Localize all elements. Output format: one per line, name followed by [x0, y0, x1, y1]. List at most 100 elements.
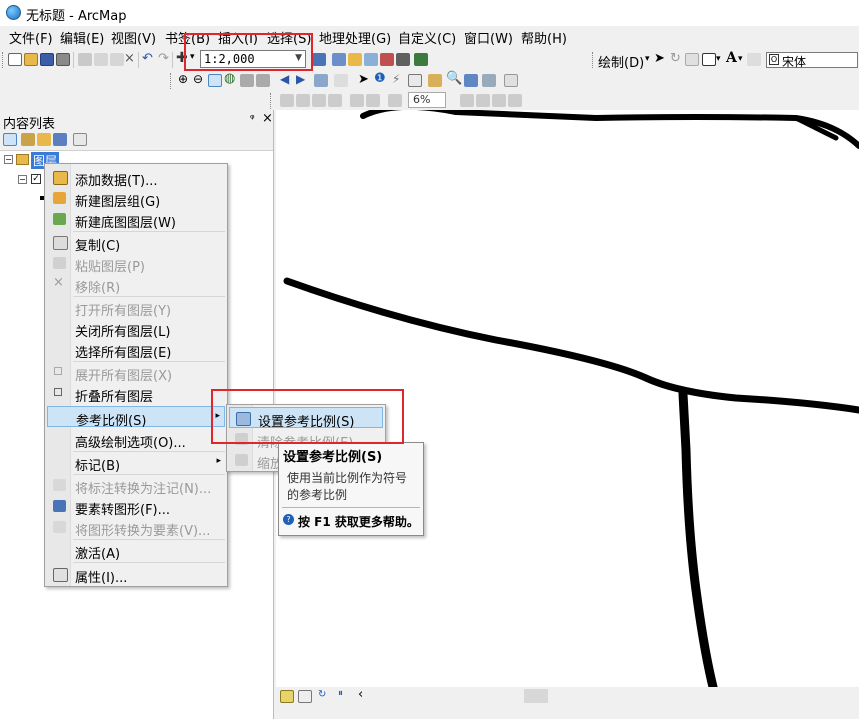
- menu-file[interactable]: 文件(F): [9, 28, 53, 47]
- toc-options-icon[interactable]: [73, 133, 87, 146]
- rectangle-icon[interactable]: [702, 53, 716, 66]
- layout-zoom-in-icon[interactable]: [280, 94, 294, 107]
- menu-edit[interactable]: 编辑(E): [60, 28, 104, 47]
- toggle-draft-mode-icon[interactable]: [460, 94, 474, 107]
- menu-help[interactable]: 帮助(H): [521, 28, 567, 47]
- zoom-percent-combobox[interactable]: 6%: [408, 92, 446, 108]
- scroll-left-icon[interactable]: ‹: [358, 687, 363, 702]
- refresh-icon[interactable]: ↻: [318, 689, 326, 700]
- python-icon[interactable]: [396, 53, 410, 66]
- menu-item-advanced-drawing-options[interactable]: 高级绘制选项(O)...: [47, 429, 225, 451]
- fixed-zoom-out-icon[interactable]: [256, 74, 270, 87]
- list-by-source-icon[interactable]: [21, 133, 35, 146]
- change-layout-icon[interactable]: [492, 94, 506, 107]
- forward-extent-icon[interactable]: ▶: [296, 72, 305, 86]
- data-view-icon[interactable]: [280, 690, 294, 703]
- toolbar-grip[interactable]: [270, 93, 274, 109]
- menu-item-graphics-to-features[interactable]: 将图形转换为要素(V)...: [47, 517, 225, 539]
- pause-drawing-icon[interactable]: ⏸: [338, 688, 343, 699]
- fixed-zoom-out-icon[interactable]: [366, 94, 380, 107]
- menu-item-new-basemap-layer[interactable]: 新建底图图层(W): [47, 209, 225, 231]
- time-slider-icon[interactable]: [482, 74, 496, 87]
- go-to-xy-icon[interactable]: [464, 74, 478, 87]
- pin-icon[interactable]: ᵠ: [250, 112, 255, 125]
- menu-item-features-to-graphics[interactable]: 要素转图形(F)...: [47, 496, 225, 518]
- table-icon[interactable]: [332, 53, 346, 66]
- menu-item-properties[interactable]: 属性(I)...: [47, 564, 225, 586]
- paste-toolbar-icon[interactable]: [110, 53, 124, 66]
- toolbar-grip[interactable]: [592, 52, 596, 68]
- identify-icon[interactable]: ❶: [374, 71, 386, 86]
- zoom-in-icon[interactable]: ⊕: [178, 72, 188, 86]
- full-extent-icon[interactable]: ◍: [224, 71, 235, 86]
- menu-item-copy[interactable]: 复制(C): [47, 232, 225, 254]
- collapse-toggle[interactable]: −: [18, 175, 27, 184]
- menu-geoprocessing[interactable]: 地理处理(G): [319, 28, 391, 47]
- list-by-selection-icon[interactable]: [53, 133, 67, 146]
- viewer-window-icon[interactable]: [504, 74, 518, 87]
- fixed-zoom-in-icon[interactable]: [240, 74, 254, 87]
- search-window-icon[interactable]: [364, 53, 378, 66]
- close-icon[interactable]: ×: [262, 111, 273, 126]
- menu-customize[interactable]: 自定义(C): [398, 28, 456, 47]
- select-elements-icon[interactable]: ➤: [358, 72, 369, 87]
- menu-item-convert-labels-to-annotation[interactable]: 将标注转换为注记(N)...: [47, 475, 225, 497]
- layout-pan-icon[interactable]: [312, 94, 326, 107]
- list-by-drawing-order-icon[interactable]: [3, 133, 17, 146]
- undo-icon[interactable]: ↶: [142, 51, 153, 66]
- html-popup-icon[interactable]: ⚡: [392, 72, 400, 86]
- menu-view[interactable]: 视图(V): [111, 28, 156, 47]
- back-extent-icon[interactable]: ◀: [280, 72, 289, 86]
- toolbar-grip[interactable]: [170, 73, 174, 89]
- menu-item-activate[interactable]: 激活(A): [47, 540, 225, 562]
- select-features-icon[interactable]: [314, 74, 328, 87]
- measure-icon[interactable]: [428, 74, 442, 87]
- clear-selection-icon[interactable]: [334, 74, 348, 87]
- editor-toolbar-icon[interactable]: [312, 53, 326, 66]
- text-icon[interactable]: A: [726, 50, 737, 66]
- cut-icon[interactable]: [78, 53, 92, 66]
- new-document-icon[interactable]: [8, 53, 22, 66]
- menu-item-add-data[interactable]: 添加数据(T)...: [47, 167, 225, 189]
- delete-icon[interactable]: ×: [124, 51, 135, 66]
- rotate-icon[interactable]: ↻: [670, 51, 681, 66]
- model-builder-icon[interactable]: [414, 53, 428, 66]
- print-icon[interactable]: [56, 53, 70, 66]
- arctoolbox-icon[interactable]: [380, 53, 394, 66]
- save-icon[interactable]: [40, 53, 54, 66]
- font-combobox[interactable]: O 宋体: [766, 52, 858, 69]
- catalog-icon[interactable]: [348, 53, 362, 66]
- select-elements-icon[interactable]: ➤: [654, 51, 665, 66]
- chevron-down-icon[interactable]: ▾: [645, 54, 650, 64]
- layout-zoom-out-icon[interactable]: [296, 94, 310, 107]
- menu-item-turn-all-layers-off[interactable]: 关闭所有图层(L): [47, 318, 225, 340]
- find-icon[interactable]: 🔍: [446, 71, 462, 86]
- menu-item-select-all-layers[interactable]: 选择所有图层(E): [47, 339, 225, 361]
- zoom-whole-page-icon[interactable]: [685, 53, 699, 66]
- layout-view-icon[interactable]: [298, 690, 312, 703]
- data-driven-pages-icon[interactable]: [508, 94, 522, 107]
- menu-item-labels[interactable]: 标记(B) ▸: [47, 452, 225, 474]
- menu-item-new-group-layer[interactable]: 新建图层组(G): [47, 188, 225, 210]
- fixed-zoom-in-icon[interactable]: [350, 94, 364, 107]
- draw-menu-button[interactable]: 绘制(D): [598, 52, 644, 71]
- menu-item-paste-layer[interactable]: 粘贴图层(P): [47, 253, 225, 275]
- menu-item-turn-all-layers-on[interactable]: 打开所有图层(Y): [47, 297, 225, 319]
- chevron-down-icon[interactable]: ▾: [716, 54, 721, 64]
- chevron-down-icon[interactable]: ▾: [738, 54, 743, 64]
- zoom-out-icon[interactable]: ⊖: [193, 72, 203, 86]
- horizontal-scrollbar-thumb[interactable]: [524, 689, 548, 703]
- menu-item-remove[interactable]: × 移除(R): [47, 274, 225, 296]
- toolbar-grip[interactable]: [2, 52, 6, 68]
- edit-vertices-icon[interactable]: [747, 53, 761, 66]
- menu-item-collapse-all-layers[interactable]: 折叠所有图层: [47, 383, 225, 405]
- redo-icon[interactable]: ↷: [158, 51, 169, 66]
- open-icon[interactable]: [24, 53, 38, 66]
- pan-icon[interactable]: [208, 74, 222, 87]
- hyperlink-icon[interactable]: [408, 74, 422, 87]
- layer-visibility-checkbox[interactable]: ✓: [31, 174, 41, 184]
- focus-data-frame-icon[interactable]: [476, 94, 490, 107]
- copy-toolbar-icon[interactable]: [94, 53, 108, 66]
- list-by-visibility-icon[interactable]: [37, 133, 51, 146]
- menu-item-expand-all-layers[interactable]: 展开所有图层(X): [47, 362, 225, 384]
